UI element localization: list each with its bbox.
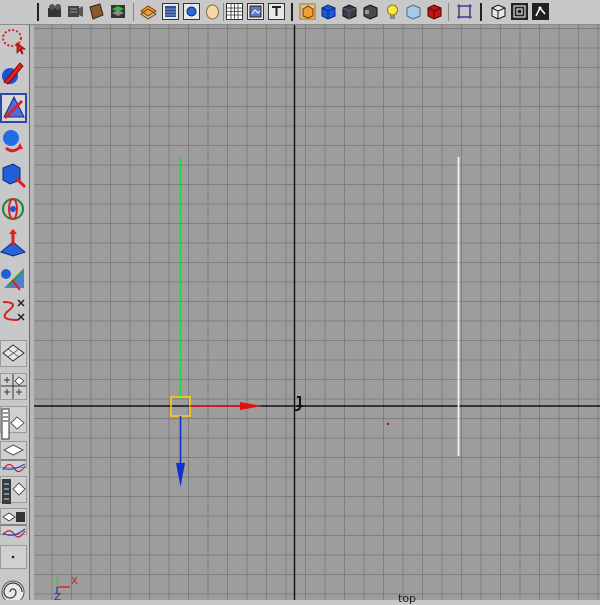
wireframe-icon[interactable]: [183, 3, 200, 20]
last-tool-icon[interactable]: [0, 296, 27, 326]
dope-sheet-layout-icon[interactable]: [0, 508, 27, 538]
camera-attributes-icon[interactable]: [268, 3, 285, 20]
perspective-outliner-layout-icon[interactable]: [0, 406, 27, 440]
universal-manipulator-icon[interactable]: [0, 194, 27, 224]
toolbar-separator: [448, 3, 449, 21]
image-plane-icon[interactable]: [299, 3, 316, 20]
toolbar-separator: [133, 3, 134, 21]
hypershade-icon[interactable]: [46, 3, 63, 20]
origin-marker-icon: [294, 396, 303, 412]
render-view-icon[interactable]: [67, 3, 84, 20]
render-globals-icon[interactable]: [140, 3, 157, 20]
red-cube-icon[interactable]: [426, 3, 443, 20]
shaded-icon[interactable]: [204, 3, 221, 20]
isolate-select-icon[interactable]: [456, 3, 473, 20]
lasso-tool-icon[interactable]: [0, 25, 27, 55]
move-manipulator-x-arrow: [240, 402, 262, 410]
toolbar-grip-icon[interactable]: [291, 3, 293, 21]
cube-icon[interactable]: [341, 3, 358, 20]
textured-icon[interactable]: [247, 3, 264, 20]
move-manipulator-z-arrow: [176, 463, 185, 487]
top-viewport[interactable]: X Z: [34, 25, 600, 600]
cube-light-icon[interactable]: [405, 3, 422, 20]
toolbar-grip-icon[interactable]: [480, 3, 482, 21]
show-manipulator-icon[interactable]: [0, 262, 27, 292]
soft-mod-tool-icon[interactable]: [0, 228, 27, 258]
spiral-icon: [0, 576, 27, 604]
ipr-render-icon[interactable]: [110, 3, 127, 20]
single-perspective-layout-icon[interactable]: [0, 340, 27, 367]
light-icon[interactable]: [384, 3, 401, 20]
graph-editor-layout-icon[interactable]: [0, 441, 27, 473]
axis-indicator-z-label: Z: [54, 592, 61, 600]
shelf-icon[interactable]: [320, 3, 337, 20]
layout-dropdown-button[interactable]: [0, 545, 27, 569]
status-line-toolbar: [0, 0, 600, 25]
four-view-layout-icon[interactable]: [0, 373, 27, 400]
show-grid-icon[interactable]: [162, 3, 179, 20]
toolbar-grip-icon[interactable]: [37, 3, 39, 21]
rotate-tool-icon[interactable]: [0, 126, 27, 156]
camera-label: top: [398, 592, 417, 605]
toolbox: [0, 0, 30, 604]
component-point: [386, 422, 390, 426]
blue-cube-icon[interactable]: [362, 3, 379, 20]
frame-all-icon[interactable]: [511, 3, 528, 20]
xray-icon[interactable]: [490, 3, 507, 20]
move-tool-icon[interactable]: [0, 93, 27, 123]
hypershade-layout-icon[interactable]: [0, 476, 27, 504]
toolbar-separator: [223, 3, 224, 21]
paint-select-tool-icon[interactable]: [0, 58, 27, 88]
render-icon[interactable]: [88, 3, 105, 20]
lights-icon[interactable]: [226, 3, 243, 20]
snap-icon[interactable]: [532, 3, 549, 20]
scale-tool-icon[interactable]: [0, 160, 27, 190]
axis-indicator-x-label: X: [71, 576, 78, 587]
